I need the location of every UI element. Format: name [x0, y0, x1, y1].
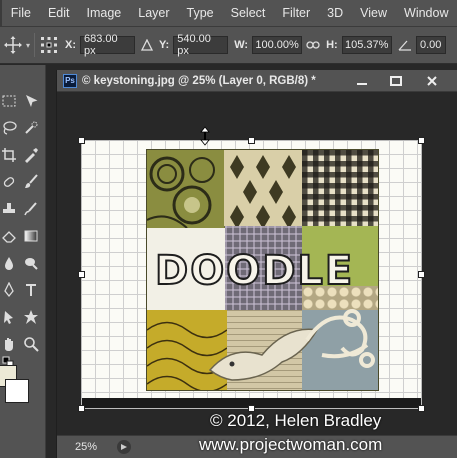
menu-list: File Edit Image Layer Type Select Filter…: [2, 0, 457, 27]
x-position-field[interactable]: 683.00 px: [80, 33, 136, 57]
canvas-area[interactable]: DOODLE © 2012, Helen Bradley: [57, 92, 457, 435]
menu-edit[interactable]: Edit: [39, 6, 78, 20]
move-tool-options-icon[interactable]: [2, 34, 24, 56]
lasso-icon[interactable]: [0, 119, 18, 137]
x-label: X:: [65, 39, 77, 51]
y-label: Y:: [159, 39, 170, 51]
tools-panel: [0, 65, 46, 458]
height-field[interactable]: 105.37%: [341, 36, 392, 54]
hand-tool-icon[interactable]: [0, 335, 18, 353]
menu-view[interactable]: View: [352, 6, 396, 20]
options-bar: ▾ X: 683.00 px Y: 540.00 px W: 100.00% H…: [0, 27, 457, 64]
menu-window[interactable]: Window: [396, 6, 457, 20]
healing-brush-icon[interactable]: [0, 173, 18, 191]
close-button[interactable]: [417, 73, 447, 89]
transform-bounding-box: [81, 140, 422, 409]
menu-bar: File Edit Image Layer Type Select Filter…: [0, 0, 457, 27]
transform-handle-right[interactable]: [418, 271, 425, 278]
document-title[interactable]: © keystoning.jpg @ 25% (Layer 0, RGB/8) …: [82, 75, 316, 87]
ps-document-icon: Ps: [63, 73, 77, 88]
menu-layer[interactable]: Layer: [130, 6, 178, 20]
menu-select[interactable]: Select: [222, 6, 274, 20]
maximize-button[interactable]: [381, 73, 411, 89]
menu-3d[interactable]: 3D: [319, 6, 352, 20]
eraser-icon[interactable]: [0, 227, 18, 245]
custom-shape-icon[interactable]: [22, 308, 40, 326]
crop-icon[interactable]: [0, 146, 18, 164]
width-field[interactable]: 100.00%: [252, 36, 303, 54]
menu-type[interactable]: Type: [178, 6, 222, 20]
blur-icon[interactable]: [0, 254, 18, 272]
brush-icon[interactable]: [22, 173, 40, 191]
pen-icon[interactable]: [0, 281, 18, 299]
transform-handle-top-right[interactable]: [418, 137, 425, 144]
watermark-copyright: © 2012, Helen Bradley: [210, 411, 382, 430]
link-icon[interactable]: [306, 40, 320, 50]
eyedropper-icon[interactable]: [22, 146, 40, 164]
zoom-tool-icon[interactable]: [22, 335, 40, 353]
minimize-button[interactable]: [347, 73, 377, 89]
menu-file[interactable]: File: [2, 6, 39, 20]
transform-handle-top-left[interactable]: [78, 137, 85, 144]
status-arrow-icon[interactable]: [117, 440, 131, 454]
menu-image[interactable]: Image: [78, 6, 130, 20]
separator: [34, 33, 36, 57]
background-color-swatch[interactable]: [5, 379, 29, 403]
move-tool-icon[interactable]: [22, 92, 40, 110]
menu-filter[interactable]: Filter: [274, 6, 319, 20]
h-label: H:: [326, 39, 338, 51]
clone-stamp-icon[interactable]: [0, 200, 18, 218]
vertical-resize-cursor-icon: [200, 126, 210, 151]
history-brush-icon[interactable]: [22, 200, 40, 218]
y-position-field[interactable]: 540.00 px: [173, 33, 229, 57]
transform-handle-bottom-right[interactable]: [418, 405, 425, 412]
type-tool-icon[interactable]: [22, 281, 40, 299]
document-window: Ps © keystoning.jpg @ 25% (Layer 0, RGB/…: [56, 70, 457, 458]
transform-handle-left[interactable]: [78, 271, 85, 278]
transform-handle-bottom-left[interactable]: [78, 405, 85, 412]
angle-icon[interactable]: [398, 39, 412, 51]
dodge-icon[interactable]: [22, 254, 40, 272]
zoom-level[interactable]: 25%: [75, 441, 115, 453]
photoshop-window: File Edit Image Layer Type Select Filter…: [0, 0, 457, 458]
transform-handle-top[interactable]: [248, 137, 255, 144]
path-selection-icon[interactable]: [0, 308, 18, 326]
quick-selection-icon[interactable]: [22, 119, 40, 137]
angle-field[interactable]: 0.00: [415, 36, 446, 54]
delta-icon[interactable]: [141, 39, 154, 51]
rectangular-marquee-icon[interactable]: [0, 92, 18, 110]
document-title-bar: Ps © keystoning.jpg @ 25% (Layer 0, RGB/…: [57, 70, 457, 92]
w-label: W:: [234, 39, 249, 51]
reference-point-grid-icon[interactable]: [39, 35, 59, 55]
tool-preset-dropdown-icon[interactable]: ▾: [26, 41, 30, 50]
watermark-url: www.projectwoman.com: [199, 435, 383, 454]
gradient-icon[interactable]: [22, 227, 40, 245]
